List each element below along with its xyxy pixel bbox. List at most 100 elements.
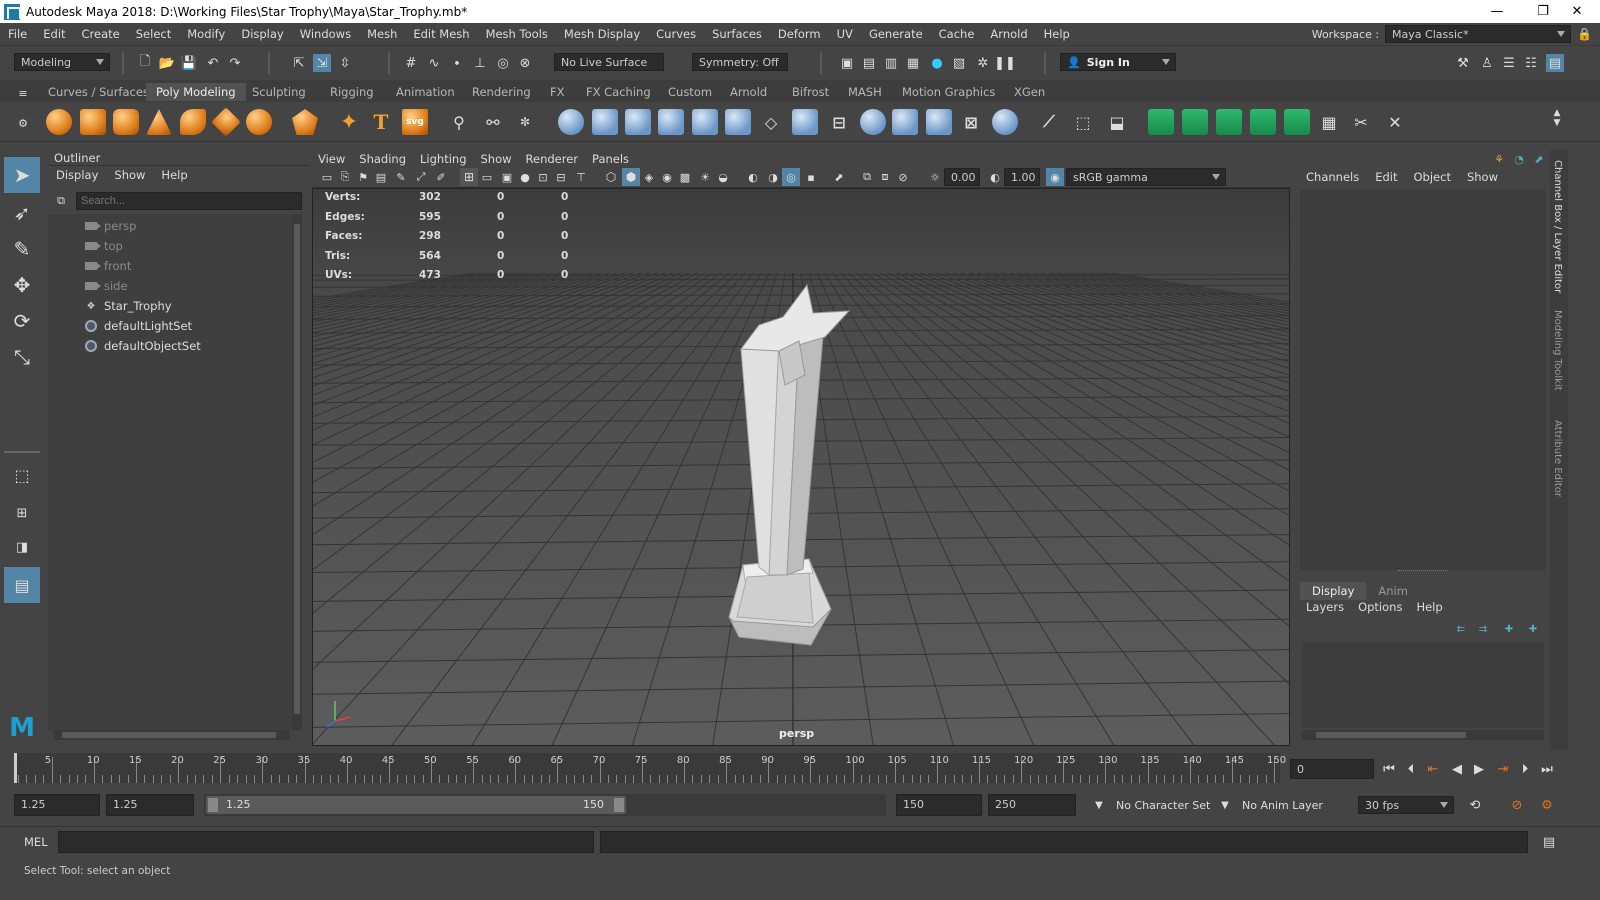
fps-dropdown[interactable]: 30 fps <box>1358 796 1454 814</box>
menu-edit-mesh[interactable]: Edit Mesh <box>405 27 477 41</box>
reduce-icon[interactable] <box>892 109 918 135</box>
channel-box-sync-icon[interactable]: ⚘ <box>1490 150 1508 168</box>
undo-icon[interactable]: ↶ <box>204 54 222 72</box>
character-controls-icon[interactable]: ♙ <box>1478 54 1496 72</box>
single-perspective-view-icon[interactable]: ⬚ <box>4 457 40 493</box>
menu-help[interactable]: Help <box>1036 27 1078 41</box>
poly-disc-icon[interactable] <box>246 109 272 135</box>
channel-box-settings-icon[interactable]: ◔ <box>1510 150 1528 168</box>
lock-icon[interactable]: 🔒 <box>1577 27 1592 41</box>
scale-tool-icon[interactable]: ⤡ <box>4 339 40 375</box>
new-layer-from-selected-icon[interactable]: ✚ <box>1524 620 1542 638</box>
smooth-icon[interactable] <box>558 109 584 135</box>
shelf-settings-icon[interactable]: ⚙ <box>14 114 32 132</box>
bridge-icon[interactable] <box>625 109 651 135</box>
scrollbar-thumb[interactable] <box>294 224 300 714</box>
close-button[interactable]: ✕ <box>1554 0 1600 23</box>
list-item[interactable]: front <box>84 256 131 276</box>
snap-to-surface-icon[interactable]: ◎ <box>494 54 512 72</box>
menu-mesh-tools[interactable]: Mesh Tools <box>478 27 556 41</box>
tab-channel-box-layer-editor[interactable]: Channel Box / Layer Editor <box>1552 160 1563 293</box>
menu-edit[interactable]: Edit <box>35 27 73 41</box>
list-item[interactable]: top <box>84 236 123 256</box>
modeling-toolkit-toggle-icon[interactable]: ⚒ <box>1454 54 1472 72</box>
layer-menu-layers[interactable]: Layers <box>1306 600 1344 614</box>
shelf-scroll-down-icon[interactable]: ▼ <box>1548 114 1566 132</box>
panel-splitter[interactable] <box>1398 570 1448 572</box>
snap-to-grid-icon[interactable]: # <box>402 54 420 72</box>
loop-icon[interactable]: ⟲ <box>1466 796 1484 814</box>
isolate-select-icon[interactable]: ⬈ <box>830 168 848 186</box>
auto-key-icon[interactable]: ⊘ <box>1508 796 1526 814</box>
grease-pencil-tool-icon[interactable]: ✐ <box>432 168 450 186</box>
make-live-icon[interactable]: ⊗ <box>516 54 534 72</box>
viewport-menu-view[interactable]: View <box>318 152 345 166</box>
menu-curves[interactable]: Curves <box>648 27 704 41</box>
insert-loop-icon[interactable]: ⬚ <box>1070 109 1096 135</box>
cut-uv-icon[interactable]: ✂ <box>1348 109 1374 135</box>
play-backwards-icon[interactable]: ◀ <box>1448 760 1466 778</box>
poly-plane-icon[interactable] <box>211 107 241 137</box>
safe-title-icon[interactable]: ⊤ <box>572 168 590 186</box>
step-forward-frame-icon[interactable]: ⏵ <box>1516 760 1534 778</box>
range-start-handle[interactable] <box>208 798 218 812</box>
list-item[interactable]: persp <box>84 216 136 236</box>
tab-motion-graphics[interactable]: Motion Graphics <box>892 83 1005 101</box>
render-frame-icon[interactable]: ▤ <box>860 54 878 72</box>
menu-file[interactable]: File <box>0 27 35 41</box>
poly-torus-icon[interactable] <box>180 109 206 135</box>
tab-rendering[interactable]: Rendering <box>462 83 541 101</box>
xray-components-icon[interactable]: ⊘ <box>894 168 912 186</box>
current-frame-field[interactable]: 0 <box>1290 759 1374 779</box>
type-tool-icon[interactable]: T <box>368 109 394 135</box>
planar-mapping-icon[interactable] <box>1182 109 1208 135</box>
depth-of-field-icon[interactable]: ▪ <box>802 168 820 186</box>
select-camera-icon[interactable]: ▭ <box>318 168 336 186</box>
snap-to-point-icon[interactable]: ∙ <box>448 54 466 72</box>
two-d-pan-zoom-icon[interactable]: ⤢ <box>412 168 430 186</box>
fill-hole-icon[interactable] <box>725 109 751 135</box>
exposure-icon[interactable]: ☼ <box>926 168 944 186</box>
tab-arnold[interactable]: Arnold <box>720 83 777 101</box>
select-tool-icon[interactable]: ➤ <box>4 157 40 193</box>
render-settings-icon[interactable]: ▦ <box>904 54 922 72</box>
anti-aliasing-icon[interactable]: ◎ <box>782 168 800 186</box>
step-forward-key-icon[interactable]: ⇥ <box>1494 760 1512 778</box>
viewport-menu-lighting[interactable]: Lighting <box>420 152 466 166</box>
lasso-tool-icon[interactable]: ➶ <box>4 195 40 231</box>
image-plane-icon[interactable]: ▤ <box>372 168 390 186</box>
textured-icon[interactable]: ◉ <box>658 168 676 186</box>
snap-to-view-plane-icon[interactable]: ⊥ <box>471 54 489 72</box>
open-scene-icon[interactable]: 📂 <box>158 54 176 72</box>
command-input[interactable] <box>58 831 594 853</box>
viewport-menu-panels[interactable]: Panels <box>592 152 629 166</box>
sew-uv-icon[interactable]: ✕ <box>1382 109 1408 135</box>
use-all-lights-icon[interactable]: ▩ <box>676 168 694 186</box>
resolution-gate-icon[interactable]: ▣ <box>498 168 516 186</box>
gamma-icon[interactable]: ◐ <box>986 168 1004 186</box>
menu-create[interactable]: Create <box>74 27 128 41</box>
cylindrical-mapping-icon[interactable] <box>1216 109 1242 135</box>
color-management-icon[interactable]: ◉ <box>1046 168 1064 186</box>
minimize-button[interactable]: — <box>1474 0 1520 23</box>
field-chart-icon[interactable]: ⊡ <box>534 168 552 186</box>
channel-box-toggle-icon[interactable]: ▤ <box>1546 54 1564 72</box>
animation-start-field[interactable]: 1.25 <box>14 794 100 816</box>
poly-cylinder-icon[interactable] <box>113 109 139 135</box>
tab-modeling-toolkit[interactable]: Modeling Toolkit <box>1552 310 1563 391</box>
redo-icon[interactable]: ↷ <box>226 54 244 72</box>
playback-start-field[interactable]: 1.25 <box>106 794 194 816</box>
play-forwards-icon[interactable]: ▶ <box>1470 760 1488 778</box>
list-item[interactable]: side <box>84 276 128 296</box>
animation-preferences-icon[interactable]: ⚙ <box>1538 796 1556 814</box>
tab-fx[interactable]: FX <box>540 83 575 101</box>
perspective-viewport[interactable]: Verts: 302 0 0 Edges: 595 0 0 Faces: 298 0 0 Tris: 56… <box>312 188 1290 746</box>
outliner-menu-show[interactable]: Show <box>114 168 145 184</box>
gamma-field[interactable]: 1.00 <box>1004 168 1040 186</box>
exposure-field[interactable]: 0.00 <box>944 168 980 186</box>
menu-deform[interactable]: Deform <box>770 27 829 41</box>
scrollbar-thumb[interactable] <box>1316 732 1466 738</box>
target-weld-icon[interactable]: ⊟ <box>826 109 852 135</box>
edge-loop-icon[interactable]: ⟋ <box>1036 109 1062 135</box>
animation-end-field[interactable]: 250 <box>988 794 1076 816</box>
